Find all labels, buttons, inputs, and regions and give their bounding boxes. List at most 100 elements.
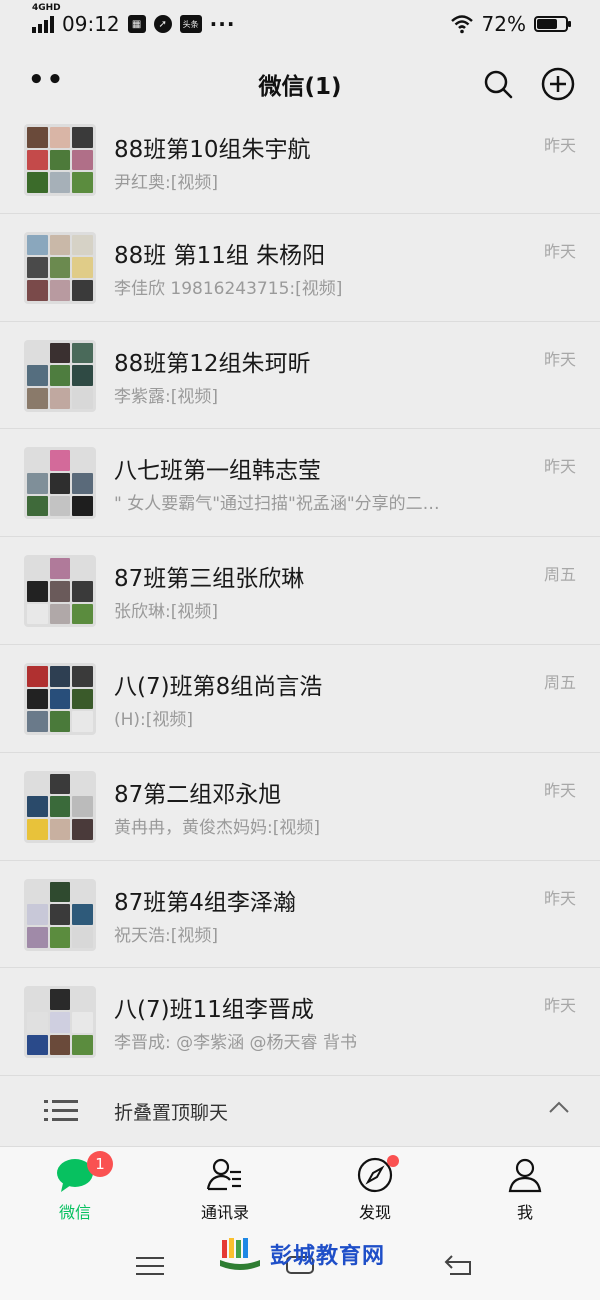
avatar-tile (27, 558, 48, 579)
network-label: 4GHD (32, 3, 61, 13)
group-avatar[interactable] (24, 124, 96, 196)
chat-preview: 李佳欣 19816243715:[视频] (114, 278, 343, 299)
chat-row[interactable]: 八(7)班11组李晋成 李晋成: @李紫涵 @杨天睿 背书 昨天 (0, 968, 600, 1077)
chat-time: 昨天 (543, 136, 576, 155)
avatar-tile (72, 280, 93, 301)
tab-me-label: 我 (516, 1203, 533, 1222)
avatar-tile (27, 149, 48, 171)
tab-discover[interactable]: 发现 (300, 1147, 450, 1231)
group-avatar[interactable] (24, 339, 96, 412)
avatar-tile (72, 580, 93, 602)
discover-dot (387, 1155, 399, 1167)
group-avatar[interactable] (24, 231, 96, 304)
avatar-tile (49, 926, 71, 948)
avatar-tile (72, 127, 93, 148)
avatar-tile (49, 796, 71, 818)
avatar-tile (27, 473, 48, 494)
avatar-tile (27, 495, 48, 517)
search-icon[interactable] (482, 68, 514, 100)
avatar-tile (72, 495, 93, 517)
avatar-tile (27, 665, 48, 687)
chat-row[interactable]: 87班第三组张欣琳 张欣琳:[视频] 周五 (0, 537, 600, 645)
avatar-tile (72, 149, 93, 171)
back-icon[interactable] (444, 1254, 474, 1276)
avatar-tile (27, 796, 48, 818)
avatar-tile (27, 172, 48, 193)
wifi-icon (450, 15, 473, 34)
avatar-tile (72, 1012, 93, 1033)
tab-me[interactable]: 我 (450, 1147, 600, 1231)
avatar-tile (49, 1012, 71, 1033)
avatar-tile (49, 819, 71, 840)
avatar-tile (72, 450, 93, 472)
avatar-tile (49, 127, 71, 148)
chat-name: 88班第12组朱珂昕 (114, 350, 311, 377)
chat-bubble-icon: 1 (55, 1151, 113, 1195)
avatar-tile (49, 473, 71, 494)
chat-row[interactable]: 87第二组邓永旭 黄冉冉，黄俊杰妈妈:[视频] 昨天 (0, 753, 600, 861)
chat-preview: 尹红奥:[视频] (114, 173, 218, 193)
chat-name: 87第二组邓永旭 (114, 781, 282, 808)
group-avatar[interactable] (24, 986, 96, 1059)
chat-row[interactable]: 八(7)班第8组尚言浩 (H):[视频] 周五 (0, 645, 600, 753)
tab-contacts[interactable]: 通讯录 (150, 1147, 300, 1231)
group-avatar[interactable] (24, 447, 96, 520)
group-avatar[interactable] (24, 770, 96, 843)
more-dots-icon[interactable]: •• (28, 67, 65, 93)
system-nav-bar: 彭城教育网 (0, 1230, 600, 1300)
avatar-tile (49, 1034, 71, 1056)
avatar-tile (72, 257, 93, 279)
avatar-tile (72, 796, 93, 818)
chat-row[interactable]: 88班第12组朱珂昕 李紫露:[视频] 昨天 (0, 322, 600, 430)
avatar-tile (49, 387, 71, 409)
avatar-tile (49, 904, 71, 925)
collapse-pinned-row[interactable]: 折叠置顶聊天 (0, 1076, 600, 1146)
menu-icon[interactable] (136, 1256, 164, 1276)
avatar-tile (72, 773, 93, 795)
avatar-tile (72, 1034, 93, 1056)
avatar-tile (72, 558, 93, 579)
avatar-tile (27, 1034, 48, 1056)
avatar-tile (49, 603, 71, 625)
battery-icon (534, 16, 571, 32)
chat-name: 88班 第11组 朱杨阳 (114, 242, 326, 269)
toutiao-icon: 头条 (179, 15, 202, 33)
avatar-tile (49, 989, 71, 1011)
avatar-tile (72, 365, 93, 386)
avatar-tile (27, 904, 48, 925)
avatar-tile (49, 342, 71, 364)
watermark-text: 彭城教育网 (270, 1244, 386, 1269)
chat-row[interactable]: 八七班第一组韩志莹 " 女人要霸气"通过扫描"祝孟涵"分享的二… 昨天 (0, 429, 600, 538)
status-right: 72% (450, 12, 571, 36)
avatar-tile (27, 257, 48, 279)
add-icon[interactable] (540, 66, 576, 102)
chat-row[interactable]: 88班第10组朱宇航尹红奥:[视频] 昨天 (0, 120, 600, 214)
avatar-tile (49, 495, 71, 517)
chat-preview: " 女人要霸气"通过扫描"祝孟涵"分享的二… (114, 494, 440, 515)
avatar-tile (27, 881, 48, 903)
avatar-tile (27, 926, 48, 948)
avatar-tile (72, 172, 93, 193)
avatar-tile (49, 280, 71, 301)
group-avatar[interactable] (24, 878, 96, 951)
avatar-tile (49, 365, 71, 386)
avatar-tile (72, 881, 93, 903)
tab-chats[interactable]: 1 微信 (0, 1147, 150, 1231)
chat-name: 88班第10组朱宇航 (114, 137, 311, 163)
avatar-tile (72, 387, 93, 409)
chat-name: 八(7)班第8组尚言浩 (114, 673, 323, 700)
chat-row[interactable]: 88班 第11组 朱杨阳 李佳欣 19816243715:[视频] 昨天 (0, 214, 600, 322)
group-avatar[interactable] (24, 555, 96, 628)
group-avatar[interactable] (24, 662, 96, 735)
avatar-tile (49, 172, 71, 193)
person-icon (505, 1155, 545, 1195)
book-logo-icon (220, 1238, 260, 1270)
avatar-tile (27, 280, 48, 301)
chat-row[interactable]: 87班第4组李泽瀚 祝天浩:[视频] 昨天 (0, 861, 600, 969)
avatar-tile (27, 387, 48, 409)
avatar-tile (27, 819, 48, 840)
status-time: 09:12 (62, 12, 120, 36)
chat-time: 昨天 (543, 780, 576, 800)
avatar-tile (72, 473, 93, 494)
chevron-up-icon[interactable] (548, 1100, 570, 1114)
